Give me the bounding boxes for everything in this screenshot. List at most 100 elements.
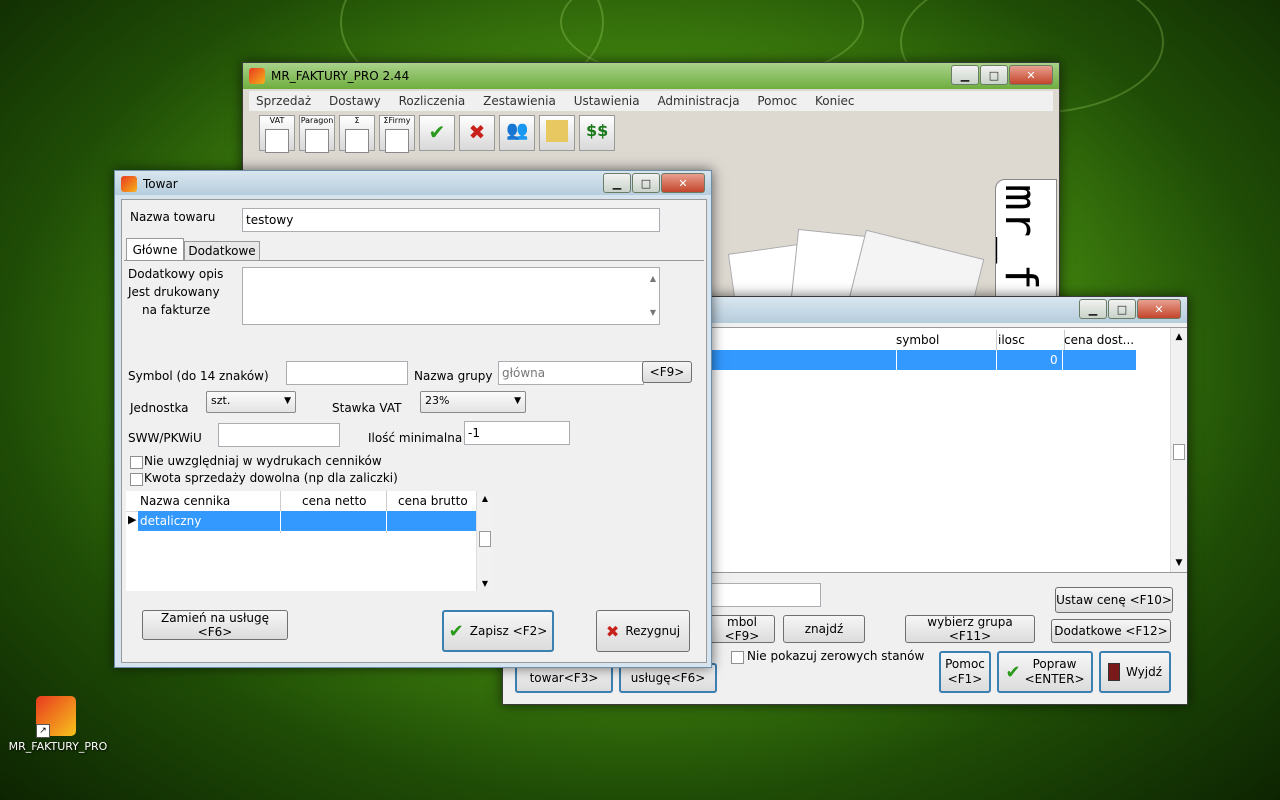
tab-dodatkowe[interactable]: Dodatkowe — [184, 241, 260, 261]
opis-label-3: na fakturze — [142, 303, 211, 317]
scroll-thumb[interactable] — [1173, 444, 1185, 460]
chevron-down-icon: ▼ — [284, 396, 291, 406]
cenniki-checkbox[interactable] — [130, 456, 143, 469]
toolbar-paragon-button[interactable]: Paragon — [299, 115, 335, 153]
table-row[interactable]: detaliczny — [138, 511, 476, 531]
jednostka-value: szt. — [211, 394, 231, 407]
sum-icon — [345, 129, 369, 153]
menu-pomoc[interactable]: Pomoc — [757, 94, 797, 108]
zerowe-checkbox[interactable] — [731, 651, 744, 664]
toolbar-people-button[interactable]: 👥 — [499, 115, 535, 151]
zapisz-button[interactable]: ✔ Zapisz <F2> — [442, 610, 554, 652]
scroll-down-icon[interactable]: ▼ — [1171, 558, 1187, 568]
menu-koniec[interactable]: Koniec — [815, 94, 855, 108]
ustaw-cene-button[interactable]: Ustaw cenę <F10> — [1055, 587, 1173, 613]
symbol-f9-button[interactable]: mbol <F9> — [707, 615, 775, 643]
minimize-icon[interactable]: ▁ — [951, 65, 979, 85]
towar-maximize-icon[interactable]: □ — [632, 173, 660, 193]
grupa-label: Nazwa grupy — [414, 369, 493, 383]
menu-administracja[interactable]: Administracja — [657, 94, 739, 108]
popraw-enter-button[interactable]: ✔ Popraw <ENTER> — [997, 651, 1093, 693]
list-close-icon[interactable]: ✕ — [1137, 299, 1181, 319]
jednostka-label: Jednostka — [130, 401, 189, 415]
price-scroll-down-icon[interactable]: ▼ — [477, 579, 493, 588]
maximize-icon[interactable]: □ — [980, 65, 1008, 85]
price-col-nazwa[interactable]: Nazwa cennika — [140, 494, 230, 508]
sww-input[interactable] — [218, 423, 340, 447]
stawka-label: Stawka VAT — [332, 401, 402, 415]
desktop-icon-label: MR_FAKTURY_PRO — [8, 740, 108, 753]
stawka-select[interactable]: 23% ▼ — [420, 391, 526, 413]
list-minimize-icon[interactable]: ▁ — [1079, 299, 1107, 319]
price-scrollbar[interactable]: ▲ ▼ — [476, 491, 493, 591]
menu-dostawy[interactable]: Dostawy — [329, 94, 381, 108]
list-maximize-icon[interactable]: □ — [1108, 299, 1136, 319]
toolbar-sum-button[interactable]: Σ — [339, 115, 375, 153]
toolbar-sum-firmy-button[interactable]: ΣFirmy — [379, 115, 415, 153]
znajdz-button[interactable]: znajdź — [783, 615, 865, 643]
opis-scroll-down-icon[interactable]: ▼ — [650, 304, 656, 322]
ilosc-min-input[interactable]: -1 — [464, 421, 570, 445]
col-cena-dost[interactable]: cena dost... — [1064, 330, 1136, 350]
wybierz-grupa-button[interactable]: wybierz grupa <F11> — [905, 615, 1035, 643]
main-window-title: MR_FAKTURY_PRO 2.44 — [271, 69, 410, 83]
symbol-label: Symbol (do 14 znaków) — [128, 369, 269, 383]
wyjdz-button[interactable]: Wyjdź — [1099, 651, 1171, 693]
zerowe-label: Nie pokazuj zerowych stanów — [747, 649, 925, 663]
close-icon[interactable]: ✕ — [1009, 65, 1053, 85]
toolbar: VAT Paragon Σ ΣFirmy ✔ ✖ 👥 — [257, 113, 577, 155]
main-window-titlebar[interactable]: MR_FAKTURY_PRO 2.44 ▁ □ ✕ — [243, 63, 1059, 89]
menu-ustawienia[interactable]: Ustawienia — [574, 94, 640, 108]
price-col-brutto[interactable]: cena brutto — [398, 494, 468, 508]
towar-body: Nazwa towaru testowy Główne Dodatkowe Do… — [121, 199, 707, 663]
toolbar-check-button[interactable]: ✔ — [419, 115, 455, 151]
folder-icon — [546, 120, 568, 142]
receipt-icon — [305, 129, 329, 153]
grupa-input[interactable]: główna — [498, 361, 644, 385]
nazwa-label: Nazwa towaru — [130, 210, 216, 224]
logo-text: mr_f — [995, 184, 1046, 290]
desktop-icon-mr-faktury[interactable]: ↗ MR_FAKTURY_PRO — [6, 694, 110, 758]
scroll-up-icon[interactable]: ▲ — [1171, 332, 1187, 342]
towar-close-icon[interactable]: ✕ — [661, 173, 705, 193]
invoice-icon — [265, 129, 289, 153]
list-scrollbar[interactable]: ▲ ▼ — [1170, 328, 1187, 572]
price-col-netto[interactable]: cena netto — [302, 494, 367, 508]
nazwa-input[interactable]: testowy — [242, 208, 660, 232]
opis-scroll-up-icon[interactable]: ▲ — [650, 270, 656, 288]
tab-glowne[interactable]: Główne — [126, 238, 184, 261]
kwota-checkbox[interactable] — [130, 473, 143, 486]
toolbar-vat-button[interactable]: VAT — [259, 115, 295, 153]
symbol-input[interactable] — [286, 361, 408, 385]
list-search-input[interactable] — [709, 583, 821, 607]
pomoc-f1-button[interactable]: Pomoc <F1> — [939, 651, 991, 693]
opis-textarea[interactable]: ▲ ▼ — [242, 267, 660, 325]
price-grid[interactable]: Nazwa cennika cena netto cena brutto ▶ d… — [126, 491, 493, 591]
rezygnuj-label: Rezygnuj — [625, 624, 681, 638]
save-check-icon: ✔ — [448, 620, 464, 642]
toolbar-delete-button[interactable]: ✖ — [459, 115, 495, 151]
col-ilosc[interactable]: ilosc — [996, 330, 1065, 350]
opis-label-1: Dodatkowy opis — [128, 267, 224, 281]
tab-panel: Dodatkowy opis Jest drukowany na fakturz… — [124, 260, 704, 601]
exit-door-icon — [1107, 663, 1120, 681]
towar-minimize-icon[interactable]: ▁ — [603, 173, 631, 193]
toolbar-money-button[interactable]: $$ — [579, 115, 615, 151]
price-scroll-thumb[interactable] — [479, 531, 491, 547]
dodatkowe-f12-button[interactable]: Dodatkowe <F12> — [1051, 619, 1171, 643]
menu-sprzedaz[interactable]: Sprzedaż — [256, 94, 311, 108]
toolbar-sum-label: Σ — [354, 116, 360, 125]
shortcut-arrow-icon: ↗ — [36, 724, 50, 738]
price-scroll-up-icon[interactable]: ▲ — [477, 494, 493, 503]
towar-titlebar[interactable]: Towar ▁ □ ✕ — [115, 171, 711, 195]
jednostka-select[interactable]: szt. ▼ — [206, 391, 296, 413]
menu-zestawienia[interactable]: Zestawienia — [483, 94, 556, 108]
menu-rozliczenia[interactable]: Rozliczenia — [399, 94, 466, 108]
grupa-f9-button[interactable]: <F9> — [642, 361, 692, 383]
zapisz-label: Zapisz <F2> — [469, 624, 548, 638]
rezygnuj-button[interactable]: ✖ Rezygnuj — [596, 610, 690, 652]
col-symbol[interactable]: symbol — [896, 330, 997, 350]
toolbar-folder-button[interactable] — [539, 115, 575, 151]
row-pointer-icon: ▶ — [128, 513, 137, 526]
zamien-usluge-button[interactable]: Zamień na usługę <F6> — [142, 610, 288, 640]
